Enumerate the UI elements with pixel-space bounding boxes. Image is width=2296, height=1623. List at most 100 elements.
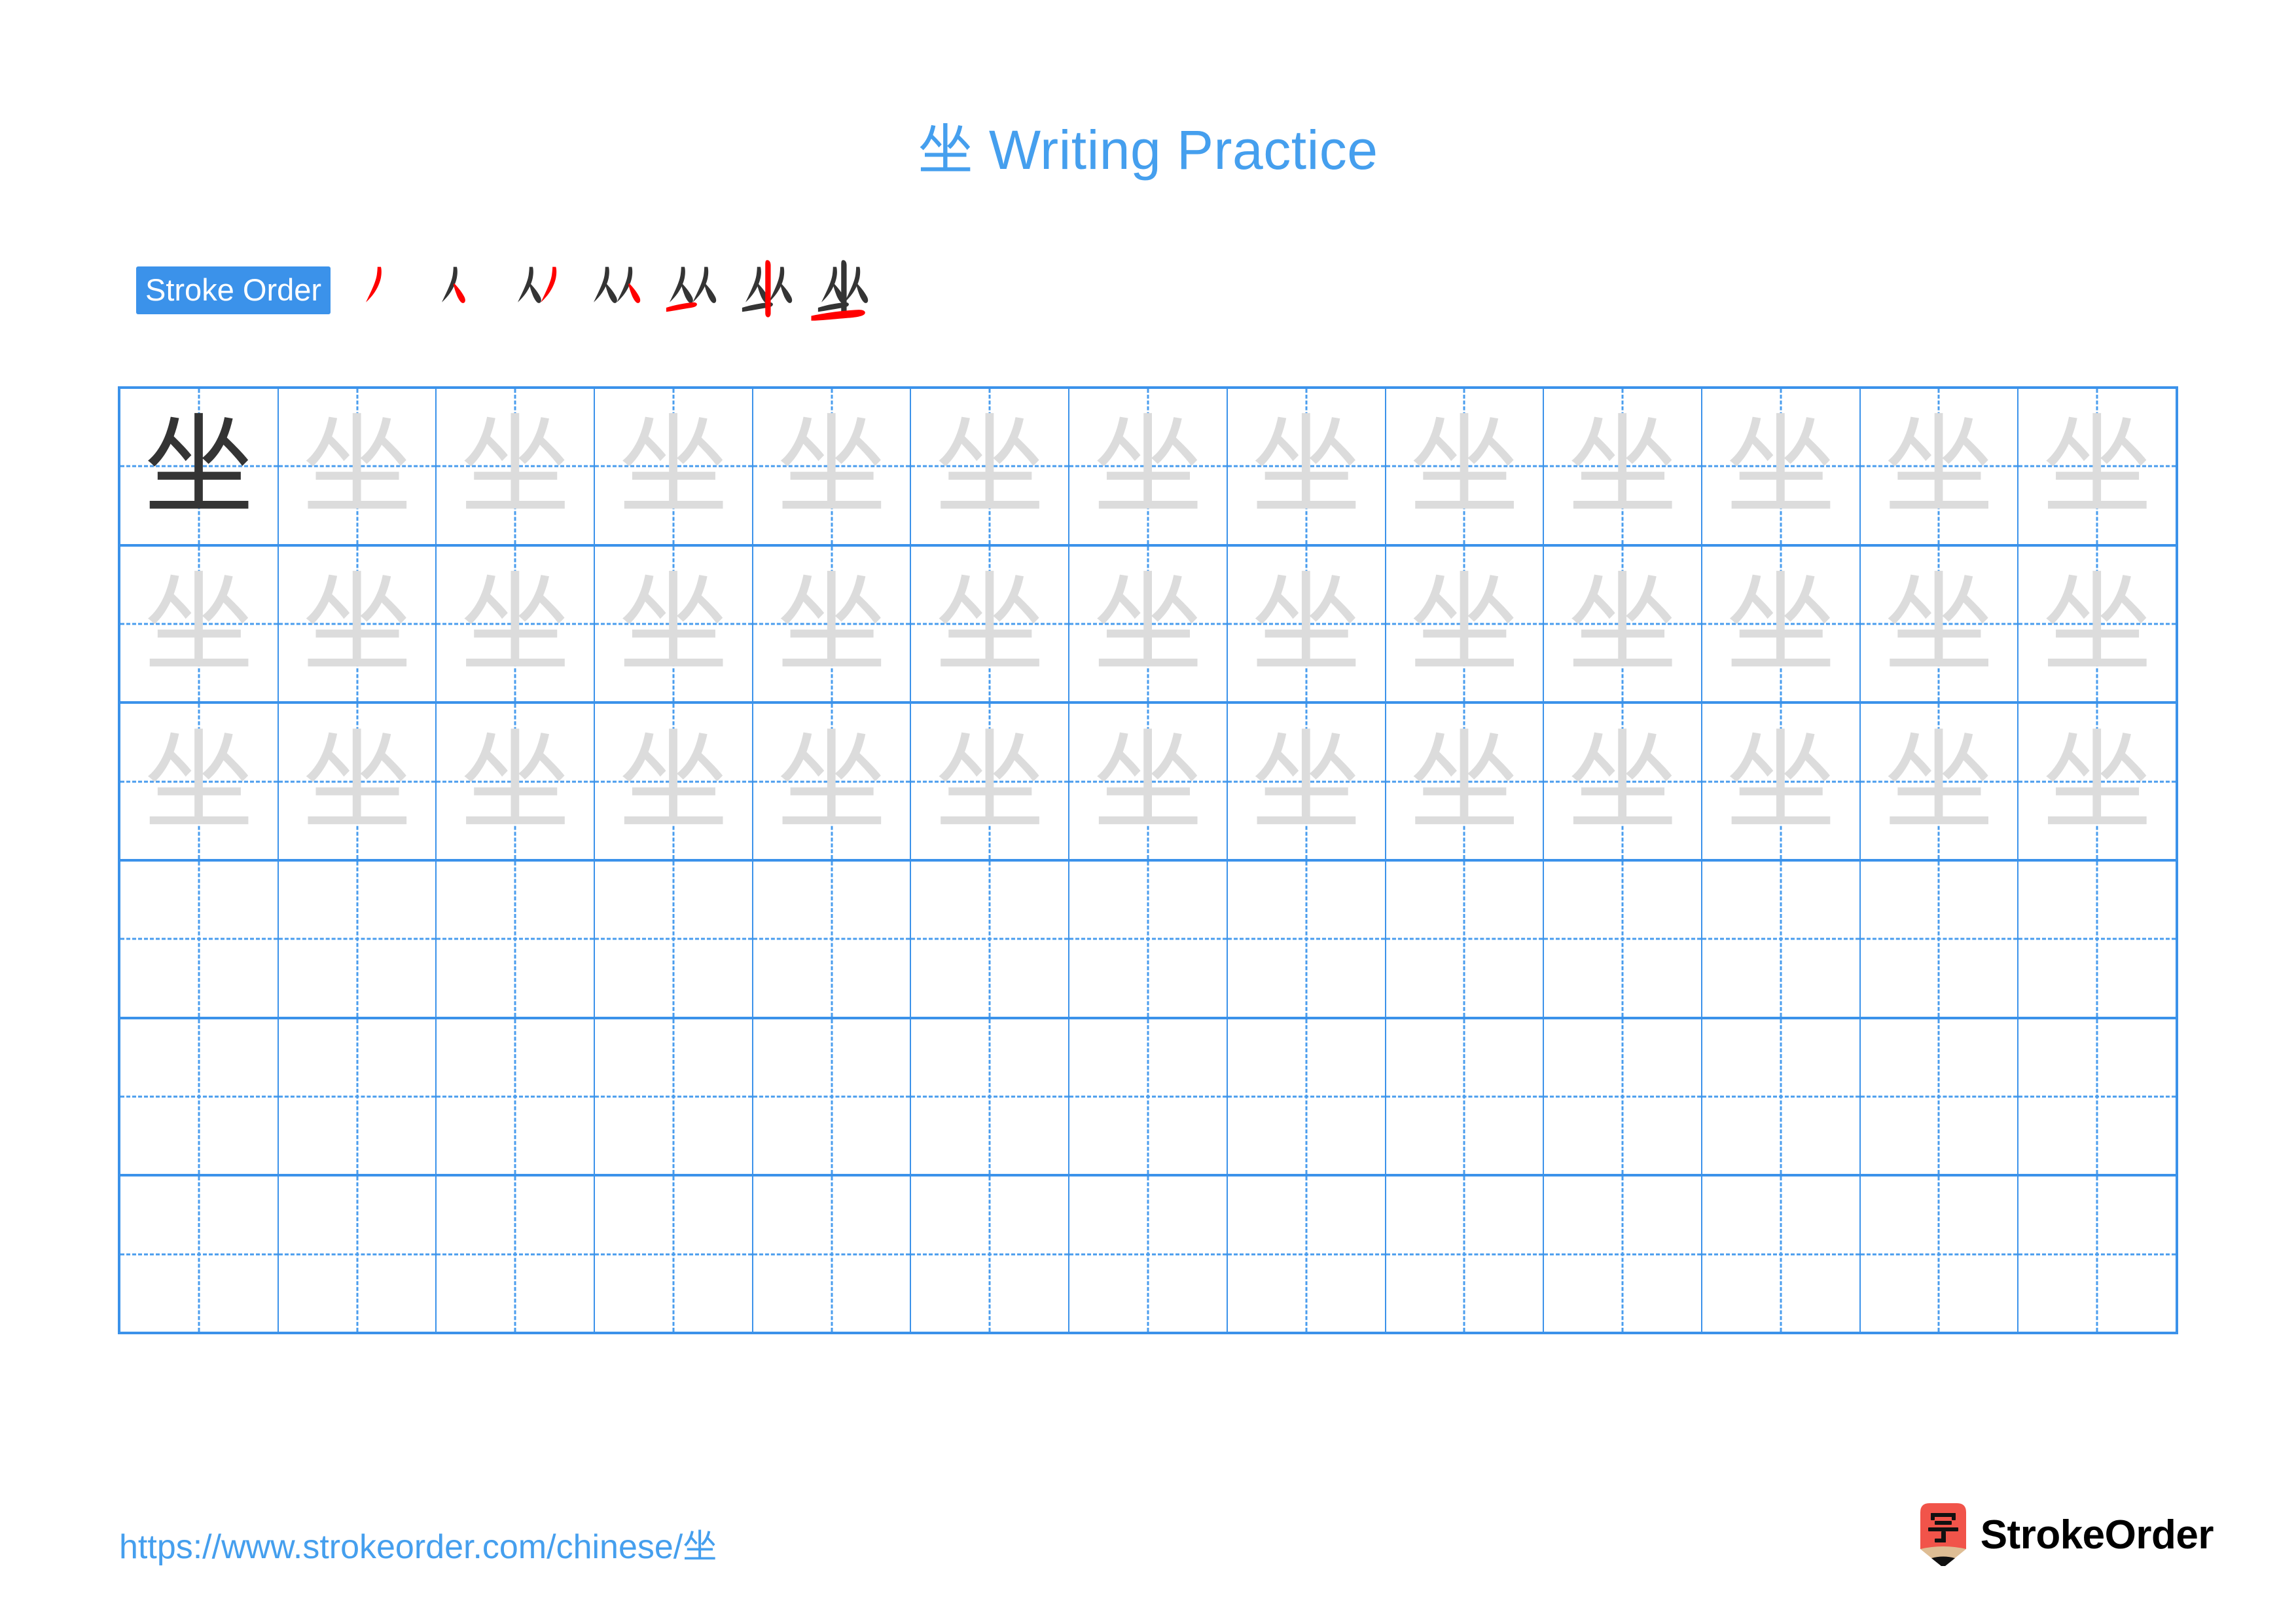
practice-cell[interactable]: 坐	[911, 389, 1070, 544]
practice-cell[interactable]: 坐	[595, 704, 753, 860]
source-url[interactable]: https://www.strokeorder.com/chinese/坐	[119, 1519, 717, 1568]
practice-cell[interactable]: 坐	[1544, 704, 1702, 860]
practice-cell[interactable]	[1544, 862, 1702, 1017]
practice-cell[interactable]	[1069, 862, 1228, 1017]
trace-character: 坐	[1725, 560, 1836, 688]
practice-cell[interactable]	[120, 1019, 279, 1175]
stroke-segment	[529, 283, 541, 303]
practice-cell[interactable]	[753, 1019, 912, 1175]
practice-cell[interactable]	[437, 1176, 596, 1332]
practice-cell[interactable]: 坐	[279, 546, 437, 702]
practice-cell[interactable]	[911, 862, 1070, 1017]
practice-cell[interactable]: 坐	[1228, 389, 1386, 544]
stroke-segment	[856, 283, 869, 303]
practice-cell[interactable]	[1544, 1176, 1702, 1332]
practice-cell[interactable]	[1386, 1176, 1545, 1332]
trace-character: 坐	[618, 560, 728, 688]
practice-cell[interactable]	[437, 1019, 596, 1175]
practice-cell[interactable]	[595, 1019, 753, 1175]
practice-cell[interactable]	[911, 1019, 1070, 1175]
practice-cell[interactable]: 坐	[1702, 389, 1861, 544]
practice-cell[interactable]	[1069, 1176, 1228, 1332]
practice-cell[interactable]: 坐	[120, 704, 279, 860]
brand-name: StrokeOrder	[1980, 1512, 2214, 1558]
practice-cell[interactable]	[1228, 1176, 1386, 1332]
trace-character: 坐	[1884, 402, 1994, 531]
practice-cell[interactable]: 坐	[1544, 546, 1702, 702]
stroke-segment	[681, 283, 693, 303]
practice-cell[interactable]	[2018, 1019, 2176, 1175]
practice-cell[interactable]	[1861, 1176, 2019, 1332]
practice-cell[interactable]	[1702, 1019, 1861, 1175]
practice-cell[interactable]: 坐	[437, 546, 596, 702]
practice-cell[interactable]	[279, 1019, 437, 1175]
practice-cell[interactable]	[1702, 862, 1861, 1017]
model-character: 坐	[143, 402, 254, 531]
practice-cell[interactable]	[1228, 1019, 1386, 1175]
practice-grid-row: 坐坐坐坐坐坐坐坐坐坐坐坐坐	[120, 704, 2176, 862]
practice-cell[interactable]: 坐	[753, 389, 912, 544]
practice-cell[interactable]	[120, 1176, 279, 1332]
practice-cell[interactable]: 坐	[437, 389, 596, 544]
trace-character: 坐	[1725, 402, 1836, 531]
practice-cell[interactable]: 坐	[2018, 704, 2176, 859]
practice-cell[interactable]: 坐	[279, 389, 437, 544]
practice-cell[interactable]: 坐	[437, 704, 596, 860]
practice-cell[interactable]: 坐	[1228, 546, 1386, 702]
practice-cell[interactable]: 坐	[753, 546, 912, 702]
practice-cell[interactable]: 坐	[1069, 546, 1228, 702]
practice-cell[interactable]: 坐	[911, 546, 1070, 702]
practice-cell[interactable]: 坐	[1386, 546, 1545, 702]
practice-cell[interactable]	[2018, 1176, 2176, 1332]
brand-logo: StrokeOrder	[1920, 1501, 2214, 1569]
practice-cell[interactable]: 坐	[1228, 704, 1386, 860]
pencil-logo-icon	[1920, 1503, 1966, 1566]
practice-grid: 坐坐坐坐坐坐坐坐坐坐坐坐坐坐坐坐坐坐坐坐坐坐坐坐坐坐坐坐坐坐坐坐坐坐坐坐坐坐坐	[118, 386, 2178, 1334]
trace-character: 坐	[2042, 560, 2153, 688]
practice-cell[interactable]: 坐	[279, 704, 437, 860]
practice-cell[interactable]	[1386, 862, 1545, 1017]
practice-cell[interactable]: 坐	[595, 389, 753, 544]
practice-cell[interactable]	[2018, 862, 2176, 1017]
practice-cell[interactable]	[753, 1176, 912, 1332]
practice-cell[interactable]	[1861, 1019, 2019, 1175]
practice-cell[interactable]: 坐	[1861, 546, 2019, 702]
practice-cell[interactable]	[1228, 862, 1386, 1017]
practice-cell[interactable]: 坐	[1544, 389, 1702, 544]
practice-cell[interactable]: 坐	[753, 704, 912, 860]
practice-cell[interactable]: 坐	[1386, 704, 1545, 860]
practice-cell[interactable]: 坐	[1702, 546, 1861, 702]
practice-cell[interactable]	[753, 862, 912, 1017]
practice-cell[interactable]	[1861, 862, 2019, 1017]
practice-cell[interactable]	[1702, 1176, 1861, 1332]
practice-cell[interactable]	[595, 862, 753, 1017]
practice-cell[interactable]	[1069, 1019, 1228, 1175]
practice-cell[interactable]: 坐	[120, 546, 279, 702]
practice-cell[interactable]	[279, 862, 437, 1017]
practice-cell[interactable]: 坐	[1702, 704, 1861, 860]
practice-cell[interactable]	[595, 1176, 753, 1332]
practice-cell[interactable]	[1544, 1019, 1702, 1175]
practice-cell[interactable]: 坐	[120, 389, 279, 544]
practice-cell[interactable]: 坐	[2018, 389, 2176, 544]
practice-cell[interactable]	[1386, 1019, 1545, 1175]
stroke-step-1	[348, 256, 416, 324]
trace-character: 坐	[618, 717, 728, 846]
trace-character: 坐	[776, 560, 887, 688]
practice-cell[interactable]	[120, 862, 279, 1017]
stroke-step-glyph-2	[442, 266, 465, 303]
practice-cell[interactable]	[437, 862, 596, 1017]
practice-cell[interactable]	[279, 1176, 437, 1332]
practice-cell[interactable]: 坐	[1386, 389, 1545, 544]
practice-cell[interactable]: 坐	[1069, 389, 1228, 544]
practice-cell[interactable]: 坐	[595, 546, 753, 702]
practice-cell[interactable]	[911, 1176, 1070, 1332]
practice-cell[interactable]: 坐	[1069, 704, 1228, 860]
practice-cell[interactable]: 坐	[911, 704, 1070, 860]
trace-character: 坐	[1725, 717, 1836, 846]
trace-character: 坐	[460, 717, 571, 846]
practice-cell[interactable]: 坐	[1861, 389, 2019, 544]
practice-cell[interactable]: 坐	[1861, 704, 2019, 860]
trace-character: 坐	[935, 402, 1045, 531]
practice-cell[interactable]: 坐	[2018, 547, 2176, 702]
